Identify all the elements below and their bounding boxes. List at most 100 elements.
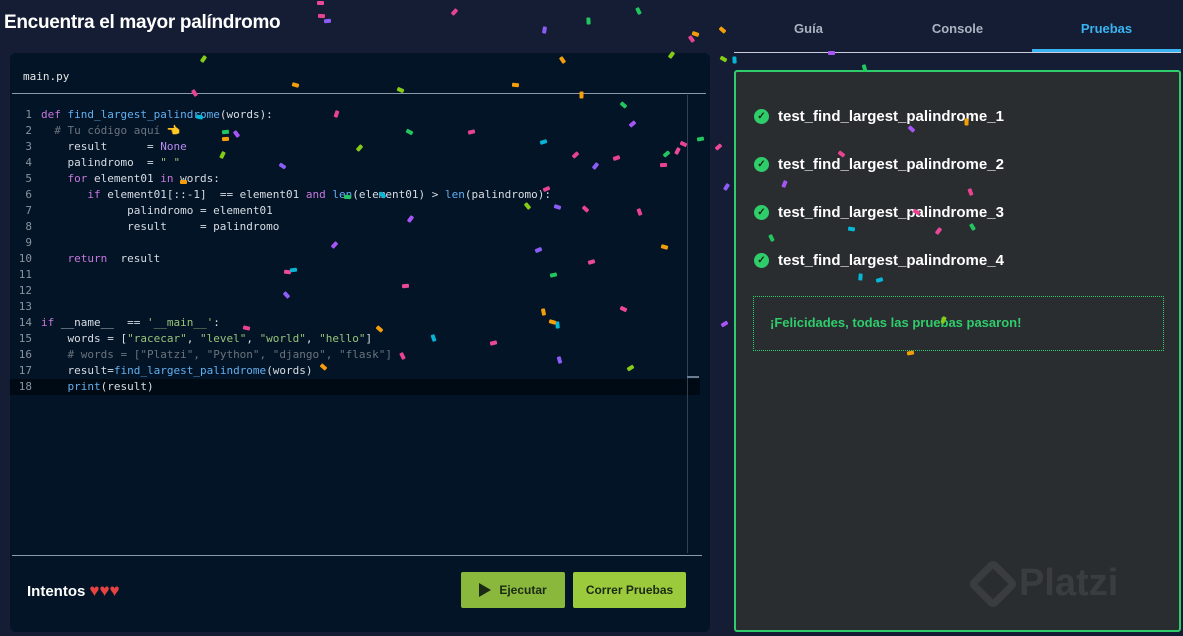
code-line[interactable]: 18 print(result) xyxy=(10,379,700,395)
success-message: ¡Felicidades, todas las pruebas pasaron! xyxy=(753,296,1164,351)
line-number: 7 xyxy=(25,204,32,217)
confetti-piece xyxy=(324,18,332,23)
platzi-watermark: Platzi xyxy=(967,558,1119,609)
code-line[interactable]: 4 palindromo = " " xyxy=(10,155,700,171)
confetti-piece xyxy=(450,8,459,17)
code-line[interactable]: 1 def find_largest_palindrome(words): xyxy=(10,107,700,123)
code-text: result=find_largest_palindrome(words) xyxy=(41,364,313,377)
test-name: test_find_largest_palindrome_1 xyxy=(778,108,1004,125)
test-name: test_find_largest_palindrome_4 xyxy=(778,252,1004,269)
confetti-piece xyxy=(719,55,728,63)
check-icon: ✓ xyxy=(754,253,769,268)
code-line[interactable]: 12 xyxy=(10,283,700,299)
file-tab[interactable]: main.py xyxy=(23,70,69,83)
test-item: ✓ test_find_largest_palindrome_3 xyxy=(754,204,1004,221)
code-line[interactable]: 13 xyxy=(10,299,700,315)
code-text: if __name__ == '__main__': xyxy=(41,316,220,329)
line-number: 2 xyxy=(25,124,32,137)
line-number: 14 xyxy=(18,316,32,329)
code-line[interactable]: 11 xyxy=(10,267,700,283)
code-line[interactable]: 9 xyxy=(10,235,700,251)
code-text: for element01 in words: xyxy=(67,172,220,185)
code-text: result = None xyxy=(41,140,187,153)
divider xyxy=(12,555,702,556)
code-line[interactable]: 15 words = ["racecar", "level", "world",… xyxy=(10,331,700,347)
line-number: 12 xyxy=(18,284,32,297)
test-item: ✓ test_find_largest_palindrome_4 xyxy=(754,252,1004,269)
line-number: 11 xyxy=(18,268,32,281)
attempts: Intentos ♥♥♥ xyxy=(27,581,120,601)
check-icon: ✓ xyxy=(754,157,769,172)
line-number: 15 xyxy=(18,332,32,345)
scrollbar-thumb[interactable] xyxy=(687,376,699,378)
confetti-piece xyxy=(720,320,729,328)
code-text: palindromo = " " xyxy=(41,156,181,169)
line-number: 13 xyxy=(18,300,32,313)
confetti-piece xyxy=(687,34,696,43)
code-line[interactable]: 10 return result xyxy=(10,251,700,267)
line-number: 10 xyxy=(18,252,32,265)
code-area[interactable]: 1 def find_largest_palindrome(words): 2 # … xyxy=(10,107,700,395)
line-number: 3 xyxy=(25,140,32,153)
confetti-piece xyxy=(732,56,737,65)
tabs: Guía Console Pruebas xyxy=(734,10,1181,53)
line-number: 6 xyxy=(25,188,32,201)
tab-console[interactable]: Console xyxy=(883,10,1032,52)
code-line[interactable]: 2 # Tu código aquí 👈 xyxy=(10,123,700,139)
code-text: # Tu código aquí 👈 xyxy=(54,124,181,137)
confetti-piece xyxy=(714,143,723,151)
test-item: ✓ test_find_largest_palindrome_1 xyxy=(754,108,1004,125)
test-results-panel: ✓ test_find_largest_palindrome_1 ✓ test_fi… xyxy=(734,70,1181,632)
code-line[interactable]: 16 # words = ["Platzi", "Python", "djang… xyxy=(10,347,700,363)
line-number: 5 xyxy=(25,172,32,185)
code-line[interactable]: 3 result = None xyxy=(10,139,700,155)
code-line[interactable]: 17 result=find_largest_palindrome(words) xyxy=(10,363,700,379)
confetti-piece xyxy=(541,26,548,34)
code-line[interactable]: 14 if __name__ == '__main__': xyxy=(10,315,700,331)
confetti-piece xyxy=(634,6,642,15)
line-number: 4 xyxy=(25,156,32,169)
code-text: result = palindromo xyxy=(41,220,280,233)
platzi-logo-icon xyxy=(967,558,1019,609)
page-title: Encuentra el mayor palíndromo xyxy=(4,12,281,33)
watermark-text: Platzi xyxy=(1019,562,1119,604)
test-name: test_find_largest_palindrome_3 xyxy=(778,204,1004,221)
attempts-label: Intentos xyxy=(27,582,86,600)
code-line[interactable]: 7 palindromo = element01 xyxy=(10,203,700,219)
confetti-piece xyxy=(718,26,727,35)
check-icon: ✓ xyxy=(754,109,769,124)
run-tests-button[interactable]: Correr Pruebas xyxy=(573,572,686,608)
confetti-piece xyxy=(722,182,730,191)
code-text: def find_largest_palindrome(words): xyxy=(41,108,273,121)
line-number: 17 xyxy=(18,364,32,377)
confetti-piece xyxy=(318,13,326,19)
test-name: test_find_largest_palindrome_2 xyxy=(778,156,1004,173)
line-number: 1 xyxy=(25,108,32,121)
code-line[interactable]: 5 for element01 in words: xyxy=(10,171,700,187)
code-line[interactable]: 6 if element01[::-1] == element01 and le… xyxy=(10,187,700,203)
code-text: palindromo = element01 xyxy=(41,204,273,217)
run-label: Ejecutar xyxy=(499,583,547,597)
code-text: return result xyxy=(67,252,161,265)
heart-icon: ♥ xyxy=(89,581,100,600)
code-editor-panel: main.py 1 def find_largest_palindrome(wor… xyxy=(10,53,710,632)
hearts: ♥♥♥ xyxy=(89,581,119,601)
line-number: 8 xyxy=(25,220,32,233)
code-text: words = ["racecar", "level", "world", "h… xyxy=(41,332,373,345)
check-icon: ✓ xyxy=(754,205,769,220)
heart-icon: ♥ xyxy=(109,581,120,600)
confetti-piece xyxy=(317,1,325,6)
confetti-piece xyxy=(586,17,591,25)
tab-pruebas[interactable]: Pruebas xyxy=(1032,10,1181,52)
run-button[interactable]: Ejecutar xyxy=(461,572,565,608)
code-line[interactable]: 8 result = palindromo xyxy=(10,219,700,235)
play-icon xyxy=(479,583,492,597)
tab-guia[interactable]: Guía xyxy=(734,10,883,52)
heart-icon: ♥ xyxy=(99,581,110,600)
test-item: ✓ test_find_largest_palindrome_2 xyxy=(754,156,1004,173)
confetti-piece xyxy=(691,30,700,37)
scrollbar[interactable] xyxy=(687,95,688,553)
divider xyxy=(12,93,706,94)
line-number: 18 xyxy=(18,380,32,393)
code-text: if element01[::-1] == element01 and len(… xyxy=(87,188,551,201)
